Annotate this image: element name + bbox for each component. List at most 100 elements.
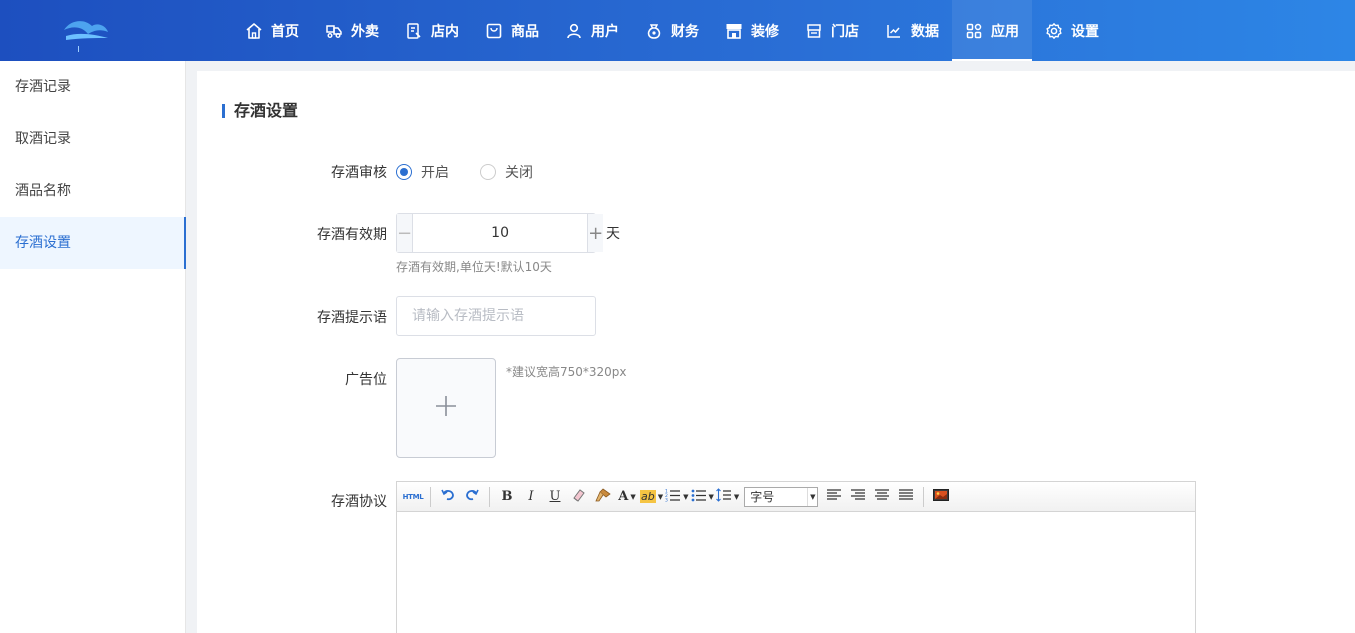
review-label: 存酒审核 (331, 165, 387, 181)
review-radio-on[interactable]: 开启 (396, 162, 449, 182)
validity-stepper: − + (396, 213, 604, 253)
finance-icon (645, 22, 663, 40)
redo-button[interactable] (461, 486, 483, 508)
radio-dot (480, 164, 496, 180)
main-nav: 首页 外卖 店内 商品 用户 财务 装修 门店 数据 应用 设置 (232, 0, 1112, 61)
validity-label: 存酒有效期 (317, 227, 387, 243)
delivery-icon (325, 22, 343, 40)
align-center-icon (874, 488, 890, 506)
radio-dot (396, 164, 412, 180)
font-size-value: 字号 (750, 490, 775, 504)
settings-gear-icon (1045, 22, 1063, 40)
ordered-list-button[interactable]: 1 2 3 ▼ (665, 486, 688, 508)
redo-icon (464, 487, 480, 507)
nav-item-label: 商品 (511, 23, 539, 40)
data-chart-icon (885, 22, 903, 40)
toolbar-divider (430, 486, 431, 507)
nav-item-label: 外卖 (351, 23, 379, 40)
nav-item-data[interactable]: 数据 (872, 0, 952, 61)
undo-button[interactable] (437, 486, 459, 508)
nav-item-label: 设置 (1071, 23, 1099, 40)
ad-size-hint: *建议宽高750*320px (506, 365, 627, 379)
eraser-icon (571, 487, 587, 507)
sidebar-item-storage-records[interactable]: 存酒记录 (0, 61, 185, 113)
page-title: 存酒设置 (222, 101, 298, 121)
dropdown-caret-icon: ▼ (733, 492, 740, 501)
prompt-label: 存酒提示语 (317, 310, 387, 326)
nav-item-apps[interactable]: 应用 (952, 0, 1032, 61)
decoration-icon (725, 22, 743, 40)
user-icon (565, 22, 583, 40)
home-icon (245, 22, 263, 40)
logo[interactable] (58, 16, 114, 54)
nav-item-delivery[interactable]: 外卖 (312, 0, 392, 61)
format-painter-button[interactable] (592, 486, 614, 508)
align-center-button[interactable] (871, 486, 893, 508)
align-left-icon (826, 488, 842, 506)
top-navbar: 首页 外卖 店内 商品 用户 财务 装修 门店 数据 应用 设置 (0, 0, 1355, 61)
nav-item-dine-in[interactable]: 店内 (392, 0, 472, 61)
nav-item-label: 店内 (431, 23, 459, 40)
nav-item-label: 应用 (991, 23, 1019, 40)
ordered-list-icon: 123 (665, 488, 681, 506)
editor-toolbar: HTML B I U A ▼ ab ▼ 1 2 3 ▼ ▼ ▼ 字号 ▼ (397, 482, 1195, 512)
highlight-button[interactable]: ab ▼ (640, 486, 663, 508)
decrement-button[interactable]: − (397, 214, 414, 252)
increment-button[interactable]: + (587, 214, 604, 252)
sidebar-item-storage-settings[interactable]: 存酒设置 (0, 217, 186, 269)
sidebar-item-wine-names[interactable]: 酒品名称 (0, 165, 185, 217)
toolbar-divider (489, 486, 490, 507)
unordered-list-button[interactable]: ▼ (691, 486, 714, 508)
font-size-select[interactable]: 字号 ▼ (744, 486, 819, 507)
plus-icon (435, 395, 457, 421)
align-justify-button[interactable] (895, 486, 917, 508)
bold-button[interactable]: B (496, 486, 518, 508)
format-brush-icon (594, 487, 612, 507)
nav-item-settings[interactable]: 设置 (1032, 0, 1112, 61)
validity-unit: 天 (606, 226, 620, 242)
underline-button[interactable]: U (544, 486, 566, 508)
review-radio-off[interactable]: 关闭 (480, 162, 533, 182)
nav-item-label: 门店 (831, 23, 859, 40)
validity-days-input[interactable] (413, 214, 588, 252)
validity-hint: 存酒有效期,单位天!默认10天 (396, 260, 552, 274)
rich-text-editor: HTML B I U A ▼ ab ▼ 1 2 3 ▼ ▼ ▼ 字号 ▼ (396, 481, 1196, 633)
nav-item-user[interactable]: 用户 (552, 0, 632, 61)
insert-image-button[interactable] (930, 486, 952, 508)
highlight-icon: ab (640, 490, 656, 503)
radio-label: 关闭 (505, 165, 533, 181)
nav-item-home[interactable]: 首页 (232, 0, 312, 61)
ad-image-uploader[interactable] (396, 358, 496, 458)
editor-content-area[interactable] (397, 512, 1195, 633)
dine-in-icon (405, 22, 423, 40)
font-color-icon: A (618, 489, 629, 504)
html-icon: HTML (402, 492, 424, 501)
agreement-label: 存酒协议 (331, 494, 387, 510)
line-height-icon (716, 487, 732, 506)
nav-item-decoration[interactable]: 装修 (712, 0, 792, 61)
nav-item-product[interactable]: 商品 (472, 0, 552, 61)
store-icon (805, 22, 823, 40)
align-right-button[interactable] (847, 486, 869, 508)
html-source-button[interactable]: HTML (402, 486, 424, 508)
italic-button[interactable]: I (520, 486, 542, 508)
eraser-button[interactable] (568, 486, 590, 508)
nav-item-store[interactable]: 门店 (792, 0, 872, 61)
nav-item-label: 财务 (671, 23, 699, 40)
apps-icon (965, 22, 983, 40)
line-height-button[interactable]: ▼ (716, 486, 739, 508)
settings-panel: 存酒设置 存酒审核 开启 关闭 存酒有效期 − + 天 存酒有效期,单位天!默认… (197, 71, 1355, 633)
radio-label: 开启 (421, 165, 449, 181)
align-left-button[interactable] (823, 486, 845, 508)
nav-item-finance[interactable]: 财务 (632, 0, 712, 61)
nav-item-label: 首页 (271, 23, 299, 40)
dropdown-caret-icon: ▼ (683, 492, 689, 501)
image-icon (933, 488, 950, 505)
nav-item-label: 装修 (751, 23, 779, 40)
font-color-button[interactable]: A ▼ (616, 486, 638, 508)
nav-item-label: 数据 (911, 23, 939, 40)
chevron-down-icon: ▼ (807, 487, 817, 506)
sidebar-item-pickup-records[interactable]: 取酒记录 (0, 113, 185, 165)
sidebar: 存酒记录 取酒记录 酒品名称 存酒设置 (0, 61, 186, 633)
prompt-input[interactable] (396, 296, 596, 336)
